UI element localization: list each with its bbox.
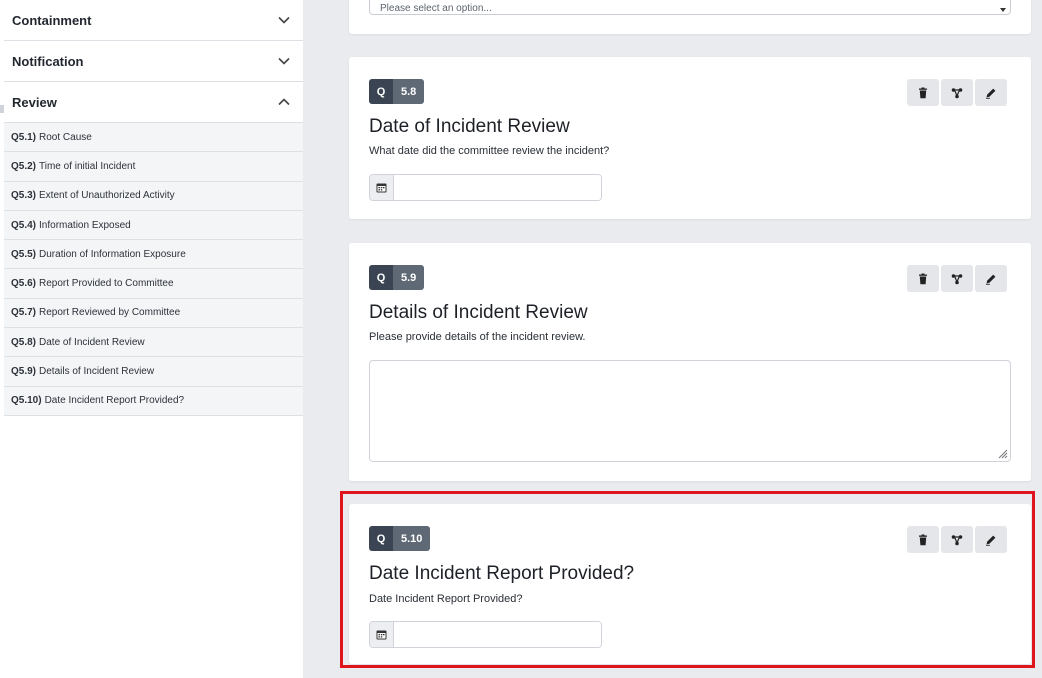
sidebar-edge-marker <box>0 105 4 113</box>
branch-icon <box>951 534 963 545</box>
sidebar-section-containment[interactable]: Containment <box>4 0 303 41</box>
section-label: Review <box>12 94 57 110</box>
badge-q: Q <box>369 265 393 290</box>
question-description: What date did the committee review the i… <box>369 145 610 157</box>
branch-logic-button[interactable] <box>941 265 973 292</box>
chevron-down-icon <box>278 57 290 65</box>
badge-number: 5.10 <box>393 526 431 551</box>
section-label: Notification <box>12 53 84 69</box>
badge-number: 5.8 <box>393 79 425 104</box>
branch-icon <box>951 273 963 284</box>
item-label: Date of Incident Review <box>39 336 145 348</box>
item-number: Q5.3) <box>11 190 37 202</box>
item-label: Date Incident Report Provided? <box>44 395 185 407</box>
option-select[interactable]: Please select an option... <box>369 0 1011 15</box>
sidebar-item-q5-4[interactable]: Q5.4) Information Exposed <box>4 210 303 241</box>
trash-icon <box>919 273 927 284</box>
question-title: Details of Incident Review <box>369 302 588 323</box>
item-number: Q5.9) <box>11 366 37 378</box>
question-number-badge: Q 5.10 <box>369 526 431 551</box>
question-number-badge: Q 5.8 <box>369 79 425 104</box>
question-title: Date Incident Report Provided? <box>369 563 635 584</box>
sidebar-section-notification[interactable]: Notification <box>4 41 303 82</box>
date-field[interactable] <box>369 174 602 201</box>
delete-button[interactable] <box>907 79 939 106</box>
item-number: Q5.4) <box>11 219 37 231</box>
item-label: Time of initial Incident <box>39 160 136 172</box>
review-question-list: Q5.1) Root Cause Q5.2) Time of initial Inc… <box>4 123 303 416</box>
section-label: Containment <box>12 12 92 28</box>
select-caret-icon <box>1000 8 1006 12</box>
item-label: Duration of Information Exposure <box>39 248 186 260</box>
item-label: Extent of Unauthorized Activity <box>39 190 175 202</box>
pencil-icon <box>986 88 996 99</box>
sidebar-item-q5-9[interactable]: Q5.9) Details of Incident Review <box>4 357 303 387</box>
item-number: Q5.1) <box>11 131 37 143</box>
date-input[interactable] <box>394 622 601 647</box>
item-number: Q5.10) <box>11 395 42 407</box>
sidebar-item-q5-7[interactable]: Q5.7) Report Reviewed by Committee <box>4 298 303 329</box>
chevron-up-icon <box>278 98 290 106</box>
question-description: Date Incident Report Provided? <box>369 593 523 605</box>
badge-number: 5.9 <box>393 265 425 290</box>
date-input[interactable] <box>394 175 601 200</box>
delete-button[interactable] <box>907 265 939 292</box>
badge-q: Q <box>369 526 393 551</box>
branch-logic-button[interactable] <box>941 526 973 553</box>
sidebar-section-review[interactable]: Review <box>4 82 303 123</box>
question-title: Date of Incident Review <box>369 116 570 137</box>
sidebar-item-q5-1[interactable]: Q5.1) Root Cause <box>4 123 303 153</box>
item-label: Information Exposed <box>39 219 131 231</box>
edit-button[interactable] <box>975 79 1007 106</box>
edit-button[interactable] <box>975 526 1007 553</box>
item-number: Q5.8) <box>11 336 37 348</box>
branch-logic-button[interactable] <box>941 79 973 106</box>
sidebar-item-q5-5[interactable]: Q5.5) Duration of Information Exposure <box>4 240 303 270</box>
sidebar-item-q5-10[interactable]: Q5.10) Date Incident Report Provided? <box>4 386 303 416</box>
pencil-icon <box>986 274 996 285</box>
edit-button[interactable] <box>975 265 1007 292</box>
question-description: Please provide details of the incident r… <box>369 331 586 343</box>
item-number: Q5.2) <box>11 160 37 172</box>
question-number-badge: Q 5.9 <box>369 265 425 290</box>
item-number: Q5.5) <box>11 248 37 260</box>
question-actions <box>907 526 1007 553</box>
pencil-icon <box>986 535 996 546</box>
trash-icon <box>919 534 927 545</box>
select-placeholder: Please select an option... <box>380 3 492 14</box>
trash-icon <box>919 87 927 98</box>
branch-icon <box>951 87 963 98</box>
item-label: Details of Incident Review <box>39 366 155 378</box>
date-field[interactable] <box>369 621 602 648</box>
item-label: Report Provided to Committee <box>39 278 174 290</box>
details-textarea[interactable] <box>369 360 1011 462</box>
resize-grip-icon[interactable] <box>996 447 1008 459</box>
question-card-5-9: Q 5.9 Details of Incident Review Please … <box>349 243 1031 481</box>
question-actions <box>907 265 1007 292</box>
calendar-icon[interactable] <box>370 175 394 200</box>
sidebar-item-q5-3[interactable]: Q5.3) Extent of Unauthorized Activity <box>4 181 303 211</box>
sidebar-item-q5-8[interactable]: Q5.8) Date of Incident Review <box>4 328 303 358</box>
previous-question-card: Please select an option... <box>349 0 1031 34</box>
sidebar-item-q5-6[interactable]: Q5.6) Report Provided to Committee <box>4 269 303 299</box>
item-label: Report Reviewed by Committee <box>39 307 181 319</box>
badge-q: Q <box>369 79 393 104</box>
item-number: Q5.6) <box>11 278 37 290</box>
chevron-down-icon <box>278 16 290 24</box>
question-card-5-10: Q 5.10 Date Incident Report Provided? Da… <box>349 504 1031 664</box>
item-number: Q5.7) <box>11 307 37 319</box>
question-card-5-8: Q 5.8 Date of Incident Review What date … <box>349 57 1031 219</box>
question-actions <box>907 79 1007 106</box>
sidebar-item-q5-2[interactable]: Q5.2) Time of initial Incident <box>4 152 303 182</box>
sidebar: Containment Notification Review Q5.1) Roo… <box>0 0 303 678</box>
calendar-icon[interactable] <box>370 622 394 647</box>
delete-button[interactable] <box>907 526 939 553</box>
item-label: Root Cause <box>39 131 92 143</box>
